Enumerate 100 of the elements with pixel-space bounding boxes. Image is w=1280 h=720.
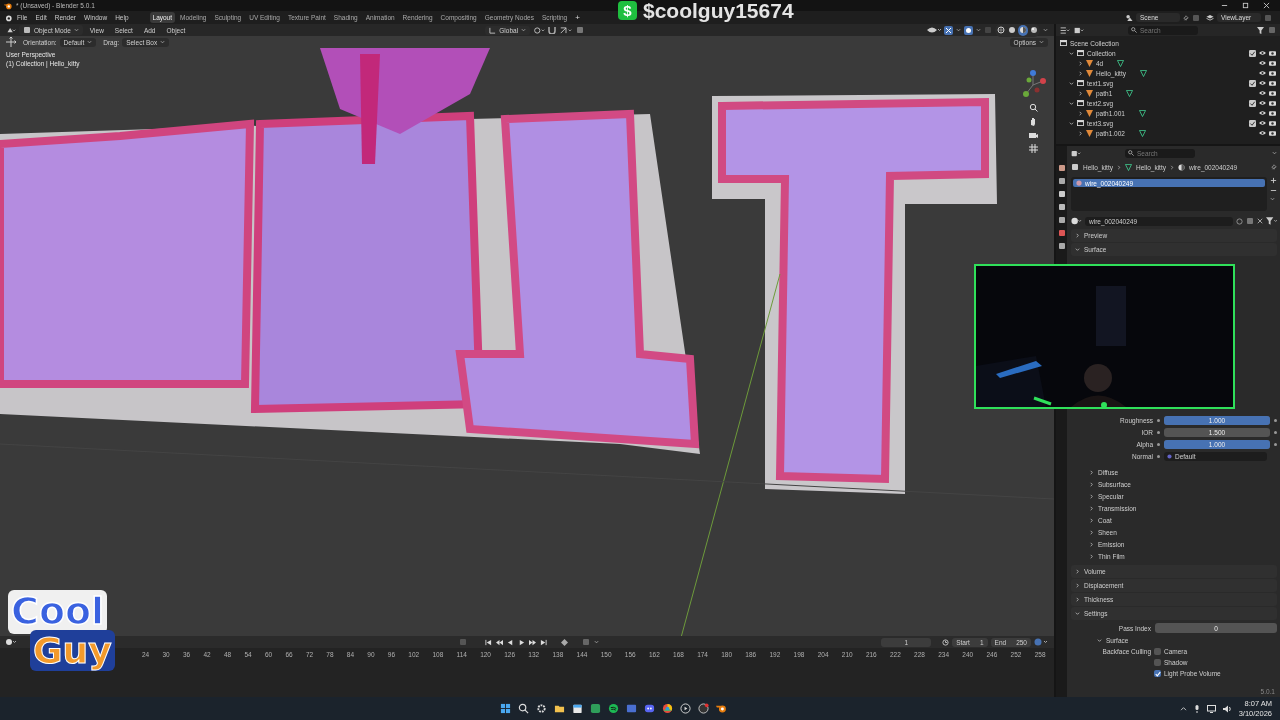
add-workspace-button[interactable]: + <box>572 11 583 24</box>
camera-icon[interactable] <box>1269 120 1276 126</box>
checkbox[interactable] <box>1154 659 1161 666</box>
chevron-right-icon <box>1117 164 1121 170</box>
caret-icon[interactable] <box>1089 517 1094 523</box>
caret-icon[interactable] <box>1089 529 1094 535</box>
camera-icon[interactable] <box>1269 70 1276 76</box>
filter-icon[interactable] <box>1266 217 1277 225</box>
camera-icon[interactable] <box>1269 100 1276 106</box>
play-reverse-icon[interactable] <box>507 638 514 646</box>
caret-icon[interactable] <box>1075 569 1080 574</box>
caret-icon[interactable] <box>1089 505 1094 511</box>
play-icon[interactable] <box>680 703 691 714</box>
caret-icon[interactable] <box>1069 120 1074 126</box>
socket-icon <box>1167 453 1172 459</box>
blender-logo-icon[interactable] <box>4 13 12 22</box>
material-browse-icon[interactable] <box>1071 217 1082 225</box>
chevron-down-icon <box>594 640 599 644</box>
checkbox[interactable] <box>1249 119 1256 127</box>
close-icon[interactable] <box>1257 218 1263 224</box>
camera-icon[interactable] <box>1269 130 1276 136</box>
caret-icon[interactable] <box>1097 637 1102 643</box>
mesh-object-icon <box>1086 89 1093 97</box>
keyframe-dot-icon <box>1157 442 1160 446</box>
search-icon[interactable] <box>518 703 529 714</box>
caret-icon[interactable] <box>1069 100 1074 106</box>
jump-start-icon[interactable] <box>485 638 492 646</box>
caret-icon[interactable] <box>1078 70 1083 76</box>
caret-icon[interactable] <box>1078 90 1083 96</box>
eye-icon[interactable] <box>1259 110 1266 116</box>
microphone-icon[interactable] <box>1193 704 1200 713</box>
checkbox[interactable] <box>1154 648 1161 655</box>
play-icon[interactable] <box>518 638 525 646</box>
caret-icon[interactable] <box>1078 130 1083 136</box>
caret-icon[interactable] <box>1089 541 1094 547</box>
caret-icon[interactable] <box>1075 583 1080 588</box>
playback-icon[interactable] <box>1034 638 1048 646</box>
next-key-icon[interactable] <box>529 638 536 646</box>
collection-icon <box>1077 120 1084 126</box>
camera-icon[interactable] <box>1269 90 1276 96</box>
eye-icon[interactable] <box>1259 120 1266 126</box>
camera-icon[interactable] <box>1269 80 1276 86</box>
eye-icon[interactable] <box>1259 70 1266 76</box>
display-mode-icon[interactable] <box>1074 26 1084 34</box>
camera-icon[interactable] <box>1269 60 1276 66</box>
eye-icon[interactable] <box>1259 130 1266 136</box>
caret-icon[interactable] <box>1078 60 1083 66</box>
pin-icon[interactable] <box>1183 14 1189 21</box>
blender-logo-icon <box>4 1 12 10</box>
caret-icon[interactable] <box>1078 110 1083 116</box>
speaker-icon[interactable] <box>1222 704 1232 713</box>
caret-icon[interactable] <box>1089 493 1094 499</box>
checkbox[interactable] <box>1249 79 1256 87</box>
eye-icon[interactable] <box>1259 80 1266 86</box>
app-icon[interactable] <box>662 703 673 714</box>
app-icon[interactable] <box>608 703 619 714</box>
app-icon[interactable] <box>590 703 601 714</box>
gear-icon[interactable] <box>536 703 547 714</box>
editor-type-icon[interactable] <box>6 638 16 646</box>
plus-icon[interactable] <box>1270 177 1277 184</box>
minimize-icon[interactable] <box>1221 2 1228 9</box>
folder-icon[interactable] <box>554 703 565 714</box>
previous-key-icon[interactable] <box>496 638 503 646</box>
maximize-icon[interactable] <box>1242 2 1249 9</box>
camera-icon[interactable] <box>1269 50 1276 56</box>
keyframe-icon[interactable] <box>561 638 568 646</box>
close-icon[interactable] <box>1263 2 1270 9</box>
app-icon[interactable] <box>644 703 655 714</box>
pin-icon[interactable] <box>1271 164 1277 170</box>
app-icon[interactable] <box>698 703 709 714</box>
mesh-data-icon <box>1138 129 1146 137</box>
filter-icon[interactable] <box>1257 26 1264 34</box>
jump-end-icon[interactable] <box>540 638 547 646</box>
caret-icon[interactable] <box>1089 481 1094 487</box>
caret-icon[interactable] <box>1069 50 1074 56</box>
caret-icon[interactable] <box>1075 611 1080 616</box>
checkbox[interactable] <box>1249 99 1256 107</box>
scene-icon[interactable] <box>1125 14 1133 21</box>
layers-icon[interactable] <box>1206 14 1214 21</box>
blender-logo-icon[interactable] <box>716 703 727 714</box>
eye-icon[interactable] <box>1259 90 1266 96</box>
eye-icon[interactable] <box>1259 100 1266 106</box>
camera-icon[interactable] <box>1269 110 1276 116</box>
caret-icon[interactable] <box>1089 469 1094 475</box>
editor-type-icon[interactable] <box>1060 26 1070 34</box>
minus-icon[interactable] <box>1270 187 1277 194</box>
start-icon[interactable] <box>500 703 511 714</box>
calendar-icon[interactable] <box>572 703 583 714</box>
caret-icon[interactable] <box>1075 247 1080 252</box>
caret-icon[interactable] <box>1069 80 1074 86</box>
eye-icon[interactable] <box>1259 60 1266 66</box>
checkbox[interactable] <box>1249 49 1256 57</box>
monitor-icon[interactable] <box>1206 704 1216 713</box>
caret-icon[interactable] <box>1089 553 1094 559</box>
editor-type-icon[interactable] <box>1071 149 1081 157</box>
chevron-up-icon[interactable] <box>1179 706 1187 711</box>
eye-icon[interactable] <box>1259 50 1266 56</box>
caret-icon[interactable] <box>1075 233 1080 238</box>
keyframe-dot-icon <box>1274 430 1277 434</box>
caret-icon[interactable] <box>1075 597 1080 602</box>
